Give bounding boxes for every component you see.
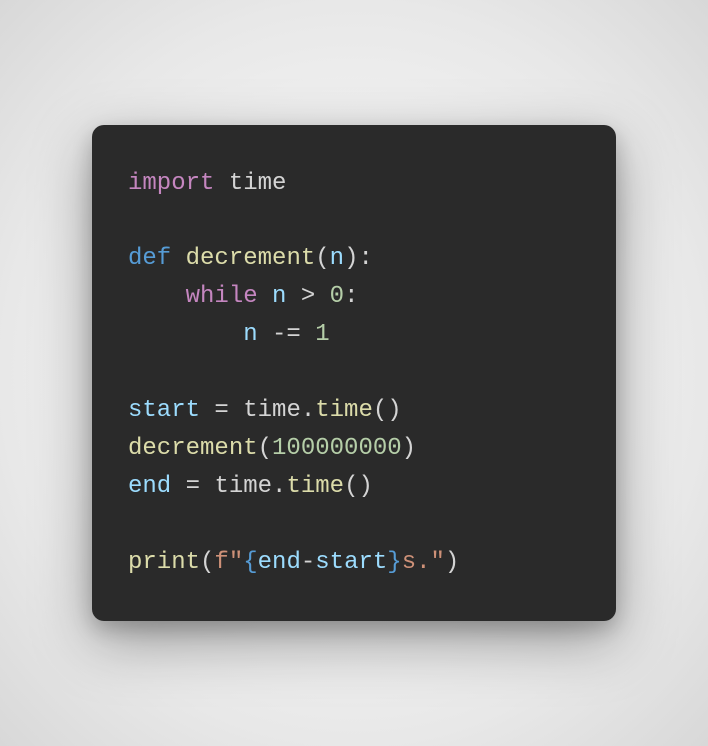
func-print: print — [128, 549, 200, 576]
var-start: start — [315, 549, 387, 576]
code-card: import time def decrement(n): while n > … — [92, 125, 616, 622]
op-eq: = — [214, 397, 228, 424]
method-time: time — [286, 473, 344, 500]
obj-time: time — [214, 473, 272, 500]
space — [258, 283, 272, 310]
rparen: ) — [402, 435, 416, 462]
num-one: 1 — [315, 321, 329, 348]
space — [301, 321, 315, 348]
var-n: n — [243, 321, 257, 348]
space — [214, 170, 228, 197]
space — [171, 245, 185, 272]
rparen-colon: ): — [344, 245, 373, 272]
indent — [128, 283, 186, 310]
op-eq: = — [186, 473, 200, 500]
keyword-import: import — [128, 170, 214, 197]
var-end: end — [128, 473, 171, 500]
op-gt: > — [301, 283, 315, 310]
param-n: n — [330, 245, 344, 272]
var-n: n — [272, 283, 286, 310]
indent — [128, 321, 243, 348]
num-arg: 100000000 — [272, 435, 402, 462]
op-minus-eq: -= — [272, 321, 301, 348]
var-end: end — [258, 549, 301, 576]
space — [200, 473, 214, 500]
keyword-def: def — [128, 245, 171, 272]
fstring-rbrace: } — [387, 549, 401, 576]
fstring-lbrace: { — [243, 549, 257, 576]
fstring-prefix: f" — [214, 549, 243, 576]
parens: () — [344, 473, 373, 500]
colon: : — [344, 283, 358, 310]
rparen: ) — [445, 549, 459, 576]
module-name: time — [229, 170, 287, 197]
keyword-while: while — [186, 283, 258, 310]
fstring-suffix: s." — [402, 549, 445, 576]
op-minus: - — [301, 549, 315, 576]
space — [258, 321, 272, 348]
space — [315, 283, 329, 310]
space — [229, 397, 243, 424]
function-name: decrement — [186, 245, 316, 272]
space — [171, 473, 185, 500]
var-start: start — [128, 397, 200, 424]
method-time: time — [315, 397, 373, 424]
space — [286, 283, 300, 310]
dot: . — [272, 473, 286, 500]
space — [200, 397, 214, 424]
lparen: ( — [200, 549, 214, 576]
obj-time: time — [243, 397, 301, 424]
func-decrement: decrement — [128, 435, 258, 462]
lparen: ( — [258, 435, 272, 462]
parens: () — [373, 397, 402, 424]
dot: . — [301, 397, 315, 424]
code-block: import time def decrement(n): while n > … — [128, 165, 580, 582]
num-zero: 0 — [330, 283, 344, 310]
lparen: ( — [315, 245, 329, 272]
